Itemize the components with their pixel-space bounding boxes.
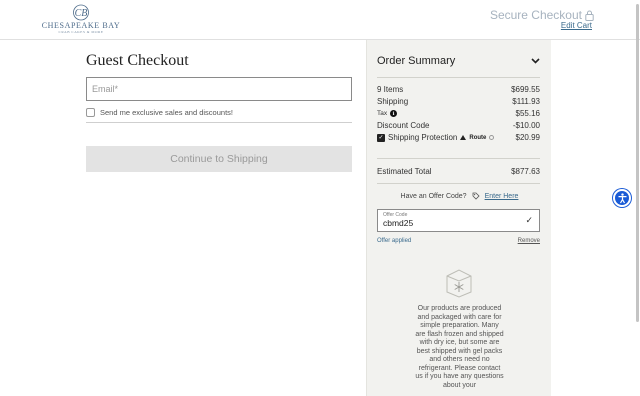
form-divider <box>86 122 352 123</box>
lock-icon <box>585 10 594 21</box>
order-summary-toggle[interactable]: Order Summary <box>377 55 540 67</box>
discount-row: Discount Code -$10.00 <box>377 120 540 131</box>
tax-row: Tax i $55.16 <box>377 108 540 119</box>
checkbox-checked-icon[interactable]: ✓ <box>377 133 385 142</box>
route-logo-icon <box>460 135 467 140</box>
summary-divider <box>377 183 540 184</box>
discount-value: -$10.00 <box>512 121 540 130</box>
order-summary-panel: Order Summary 9 Items $699.55 Shipping $… <box>366 40 551 396</box>
optin-checkbox[interactable] <box>86 108 95 117</box>
enter-offer-link[interactable]: Enter Here <box>485 193 519 200</box>
info-icon[interactable]: i <box>390 110 398 117</box>
email-field[interactable]: Email* <box>86 77 352 101</box>
logo-tagline: CRAB CAKES & MORE <box>58 30 104 34</box>
shipping-notice: Our products are produced and packaged w… <box>415 305 504 389</box>
checkmark-icon: ✓ <box>525 215 533 225</box>
logo-name: CHESAPEAKE BAY <box>41 21 121 30</box>
total-label: Estimated Total <box>377 167 432 176</box>
offer-status: Offer applied Remove <box>377 238 540 244</box>
total-value: $877.63 <box>511 167 540 176</box>
protection-value: $20.99 <box>515 133 540 142</box>
offer-code-value: cbmd25 <box>383 218 414 228</box>
items-value: $699.55 <box>511 85 540 94</box>
protection-label: Shipping Protection <box>388 133 458 142</box>
site-header: CB CHESAPEAKE BAY CRAB CAKES & MORE Secu… <box>0 0 640 40</box>
chevron-down-icon <box>531 58 540 64</box>
tax-label: Tax <box>377 110 388 117</box>
scrollbar[interactable] <box>636 4 639 322</box>
items-row: 9 Items $699.55 <box>377 84 540 95</box>
offer-applied-text: Offer applied <box>377 238 412 244</box>
logo-monogram-icon: CB <box>73 4 89 21</box>
continue-to-shipping-button[interactable]: Continue to Shipping <box>86 146 352 172</box>
marketing-optin[interactable]: Send me exclusive sales and discounts! <box>86 108 352 117</box>
shipping-value: $111.93 <box>512 97 540 106</box>
route-brand: Route <box>469 134 487 141</box>
edit-cart-link[interactable]: Edit Cart <box>561 21 592 30</box>
discount-label: Discount Code <box>377 121 430 130</box>
logo[interactable]: CB CHESAPEAKE BAY CRAB CAKES & MORE <box>40 4 122 36</box>
remove-offer-link[interactable]: Remove <box>518 238 540 244</box>
optin-label: Send me exclusive sales and discounts! <box>100 108 233 117</box>
items-label: 9 Items <box>377 85 404 94</box>
shipping-protection-row: ✓ Shipping Protection Route $20.99 <box>377 132 540 143</box>
accessibility-button[interactable] <box>613 189 631 207</box>
guest-checkout-form: Guest Checkout Email* Send me exclusive … <box>86 52 352 172</box>
snowflake-box-icon <box>446 269 472 298</box>
page-title: Guest Checkout <box>86 52 189 69</box>
accessibility-icon <box>618 192 626 203</box>
shipping-label: Shipping <box>377 97 409 106</box>
order-summary-title: Order Summary <box>377 55 456 67</box>
svg-text:CB: CB <box>75 8 88 19</box>
secure-checkout-label: Secure Checkout <box>489 8 582 22</box>
email-placeholder: Email* <box>92 84 119 94</box>
summary-divider <box>377 77 540 78</box>
offer-question: Have an Offer Code? <box>400 192 467 200</box>
tax-value: $55.16 <box>515 109 540 118</box>
tag-icon <box>472 192 480 200</box>
summary-divider <box>377 158 540 159</box>
offer-code-prompt: Have an Offer Code? Enter Here <box>367 192 552 200</box>
shipping-row: Shipping $111.93 <box>377 96 540 107</box>
total-row: Estimated Total $877.63 <box>377 166 540 177</box>
route-info-icon[interactable] <box>489 135 495 140</box>
secure-checkout: Secure Checkout <box>490 8 594 22</box>
offer-code-field[interactable]: Offer Code cbmd25 ✓ <box>377 209 540 232</box>
